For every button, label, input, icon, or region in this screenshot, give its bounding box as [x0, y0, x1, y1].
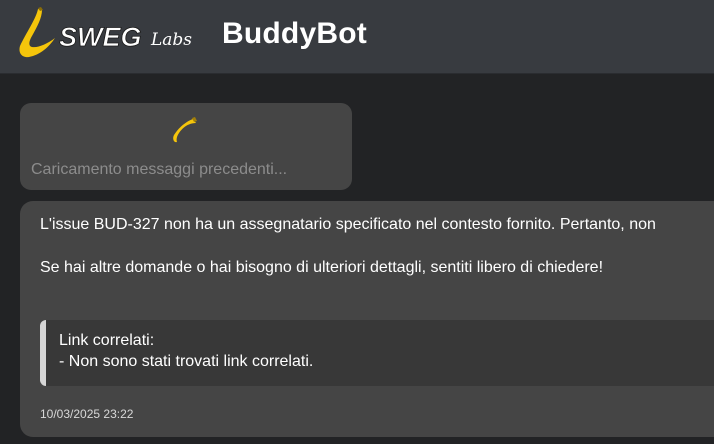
banana-icon: SWEG Labs: [19, 7, 192, 58]
loading-text: Caricamento messaggi precedenti...: [31, 161, 288, 178]
related-links-box: Link correlati: - Non sono stati trovati…: [40, 320, 714, 386]
load-previous-messages[interactable]: Caricamento messaggi precedenti...: [20, 103, 352, 190]
message-timestamp: 10/03/2025 23:22: [40, 407, 134, 421]
bot-message: L'issue BUD-327 non ha un assegnatario s…: [20, 201, 714, 437]
banana-loading-icon: [173, 117, 197, 143]
svg-text:SWEG: SWEG: [59, 22, 142, 52]
related-link-item: - Non sono stati trovati link correlati.: [59, 353, 314, 370]
message-paragraph: Se hai altre domande o hai bisogno di ul…: [40, 259, 604, 276]
sweg-labs-logo[interactable]: SWEG Labs: [18, 7, 208, 63]
message-paragraph: L'issue BUD-327 non ha un assegnatario s…: [40, 216, 656, 233]
chat-area[interactable]: Caricamento messaggi precedenti... L'iss…: [0, 74, 714, 444]
svg-text:Labs: Labs: [150, 30, 192, 50]
app-title: BuddyBot: [222, 17, 367, 50]
related-links-title: Link correlati:: [59, 332, 155, 349]
app-header: SWEG Labs BuddyBot: [0, 0, 714, 74]
